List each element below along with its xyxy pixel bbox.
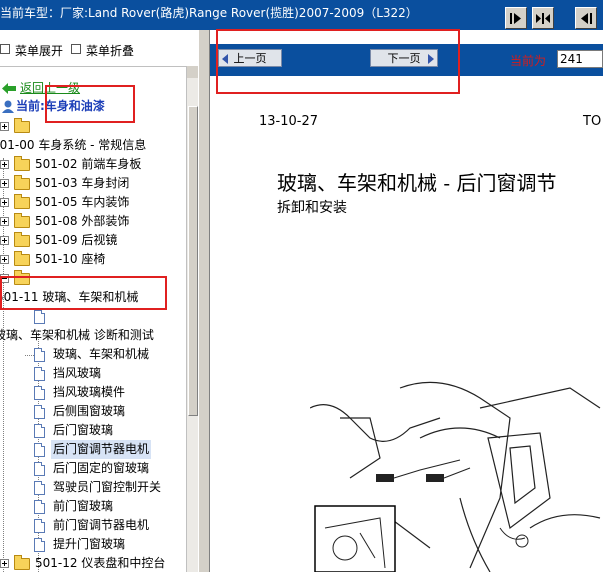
doc-header-to: TO xyxy=(583,114,602,129)
expand-menu-button[interactable]: 菜单展开 xyxy=(0,42,63,59)
split-icon xyxy=(536,13,550,24)
document-icon xyxy=(34,310,45,324)
door-mechanism-diagram xyxy=(310,381,601,572)
window-title: 当前车型：厂家:Land Rover(路虎)Range Rover(揽胜)200… xyxy=(0,6,418,20)
doc-title: 玻璃、车架和机械 - 后门窗调节 xyxy=(277,171,557,195)
document-icon xyxy=(34,500,45,514)
folder-icon xyxy=(14,175,30,190)
folder-icon xyxy=(14,251,30,266)
user-icon xyxy=(2,100,14,113)
highlight-box-501-11 xyxy=(0,276,167,310)
highlight-box-navigation xyxy=(216,29,460,94)
tree-view: 返回上一级 当前:车身和油漆 501-00 车身系统 - 常规信息 501-02… xyxy=(0,66,186,572)
doc-subtitle: 拆卸和安装 xyxy=(277,200,347,216)
document-icon xyxy=(34,481,45,495)
doc-date: 13-10-27 xyxy=(259,114,319,129)
collapse-icon xyxy=(71,44,81,54)
title-bar: 当前车型：厂家:Land Rover(路虎)Range Rover(揽胜)200… xyxy=(0,0,603,30)
page-number-input[interactable]: 241 xyxy=(557,50,603,68)
expand-toggle-icon[interactable] xyxy=(0,198,9,207)
folder-icon xyxy=(14,232,30,247)
expand-toggle-icon[interactable] xyxy=(0,179,9,188)
document-icon xyxy=(34,443,45,457)
expand-toggle-icon[interactable] xyxy=(0,160,9,169)
scroll-thumb[interactable] xyxy=(188,106,198,416)
document-pane: 上一页 下一页 当前为 241 13-10-27 TO 玻璃、车架和机械 - 后… xyxy=(210,30,603,572)
tree-scrollbar[interactable] xyxy=(186,66,198,572)
pane-splitter[interactable] xyxy=(198,30,210,572)
document-icon xyxy=(34,386,45,400)
document-icon xyxy=(34,348,45,362)
expand-toggle-icon[interactable] xyxy=(0,255,9,264)
folder-icon xyxy=(14,213,30,228)
document-icon xyxy=(34,405,45,419)
expand-toggle-icon[interactable] xyxy=(0,236,9,245)
tree-root-folder[interactable] xyxy=(0,117,40,136)
expand-toggle-icon[interactable] xyxy=(0,217,9,226)
back-button[interactable] xyxy=(575,7,597,29)
expand-toggle-icon[interactable] xyxy=(0,122,9,131)
tree-item[interactable]: 玻璃、车架和机械 诊断和测试 xyxy=(0,326,154,345)
folder-icon xyxy=(14,555,30,570)
forward-button[interactable] xyxy=(505,7,527,29)
document-icon xyxy=(34,462,45,476)
expand-icon xyxy=(0,44,10,54)
back-arrow-icon xyxy=(2,83,16,94)
current-page-label: 当前为 xyxy=(510,54,547,68)
document-icon xyxy=(34,519,45,533)
tree-item[interactable]: 501-00 车身系统 - 常规信息 xyxy=(0,136,146,155)
collapse-menu-button[interactable]: 菜单折叠 xyxy=(71,42,134,59)
document-icon xyxy=(34,424,45,438)
document-icon xyxy=(34,538,45,552)
folder-icon xyxy=(14,118,30,133)
expand-toggle-icon[interactable] xyxy=(0,559,9,568)
arrow-left-icon xyxy=(581,13,592,24)
tree-connector xyxy=(25,355,34,356)
tree-toolbar: 菜单展开 菜单折叠 xyxy=(0,30,198,67)
folder-icon xyxy=(14,156,30,171)
split-view-button[interactable] xyxy=(532,7,554,29)
scroll-up-icon[interactable] xyxy=(187,66,198,78)
highlight-box-current xyxy=(45,85,135,123)
arrow-right-icon xyxy=(510,13,521,24)
folder-icon xyxy=(14,194,30,209)
document-icon xyxy=(34,367,45,381)
